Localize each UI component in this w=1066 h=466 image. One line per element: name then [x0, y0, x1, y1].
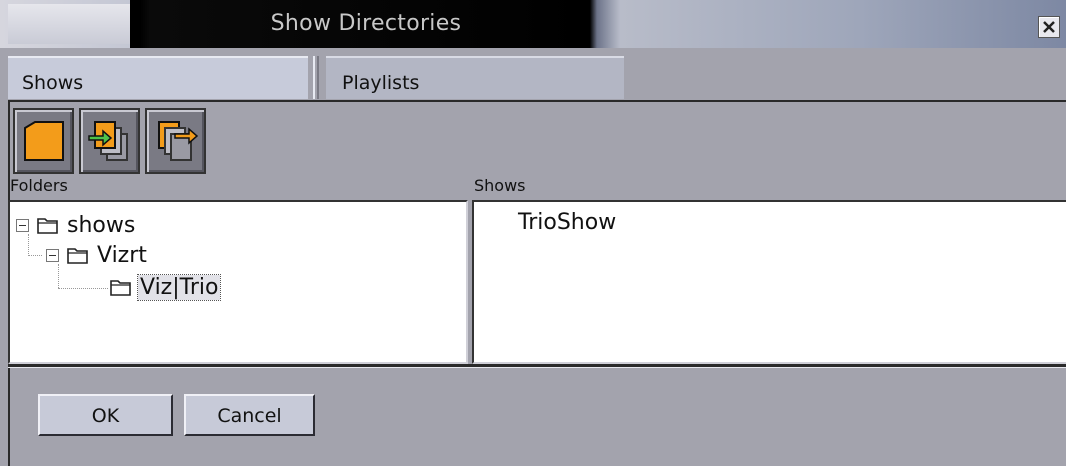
- window-title: Show Directories: [270, 11, 462, 36]
- new-folder-button[interactable]: [13, 108, 74, 174]
- title-bar-accent: [8, 4, 130, 44]
- close-icon: [1043, 21, 1055, 33]
- shows-label: Shows: [474, 176, 526, 195]
- tree-item-shows[interactable]: shows: [16, 210, 135, 240]
- tree-connector: [28, 255, 42, 256]
- export-button[interactable]: [145, 108, 206, 174]
- import-icon: [88, 121, 128, 161]
- divider: [8, 367, 1066, 368]
- tree-item-vizrt[interactable]: Vizrt: [46, 240, 147, 270]
- folder-icon: [110, 280, 131, 296]
- tree-item-label: Vizrt: [97, 242, 147, 268]
- tree-item-label: Viz|Trio: [136, 273, 222, 301]
- tree-item-label: shows: [67, 212, 136, 238]
- close-button[interactable]: [1038, 16, 1060, 38]
- collapse-toggle[interactable]: [16, 218, 29, 232]
- title-bar: Show Directories: [0, 0, 1066, 48]
- tab-playlists[interactable]: Playlists: [326, 56, 624, 99]
- tab-shows[interactable]: Shows: [8, 56, 308, 99]
- collapse-toggle[interactable]: [46, 248, 59, 262]
- cancel-button[interactable]: Cancel: [184, 394, 315, 436]
- list-item[interactable]: TrioShow: [518, 210, 616, 235]
- import-button[interactable]: [79, 108, 140, 174]
- new-folder-icon: [24, 121, 64, 161]
- folder-tree[interactable]: shows Vizrt Viz|Trio: [8, 200, 468, 364]
- folder-icon: [67, 248, 88, 264]
- folder-icon: [37, 218, 58, 234]
- tab-divider: [313, 56, 319, 99]
- folders-label: Folders: [10, 176, 68, 195]
- export-icon: [158, 121, 199, 161]
- shows-list[interactable]: TrioShow: [472, 200, 1066, 364]
- ok-button[interactable]: OK: [38, 394, 173, 436]
- tree-connector: [58, 288, 108, 289]
- tree-item-viztrio[interactable]: Viz|Trio: [110, 272, 222, 302]
